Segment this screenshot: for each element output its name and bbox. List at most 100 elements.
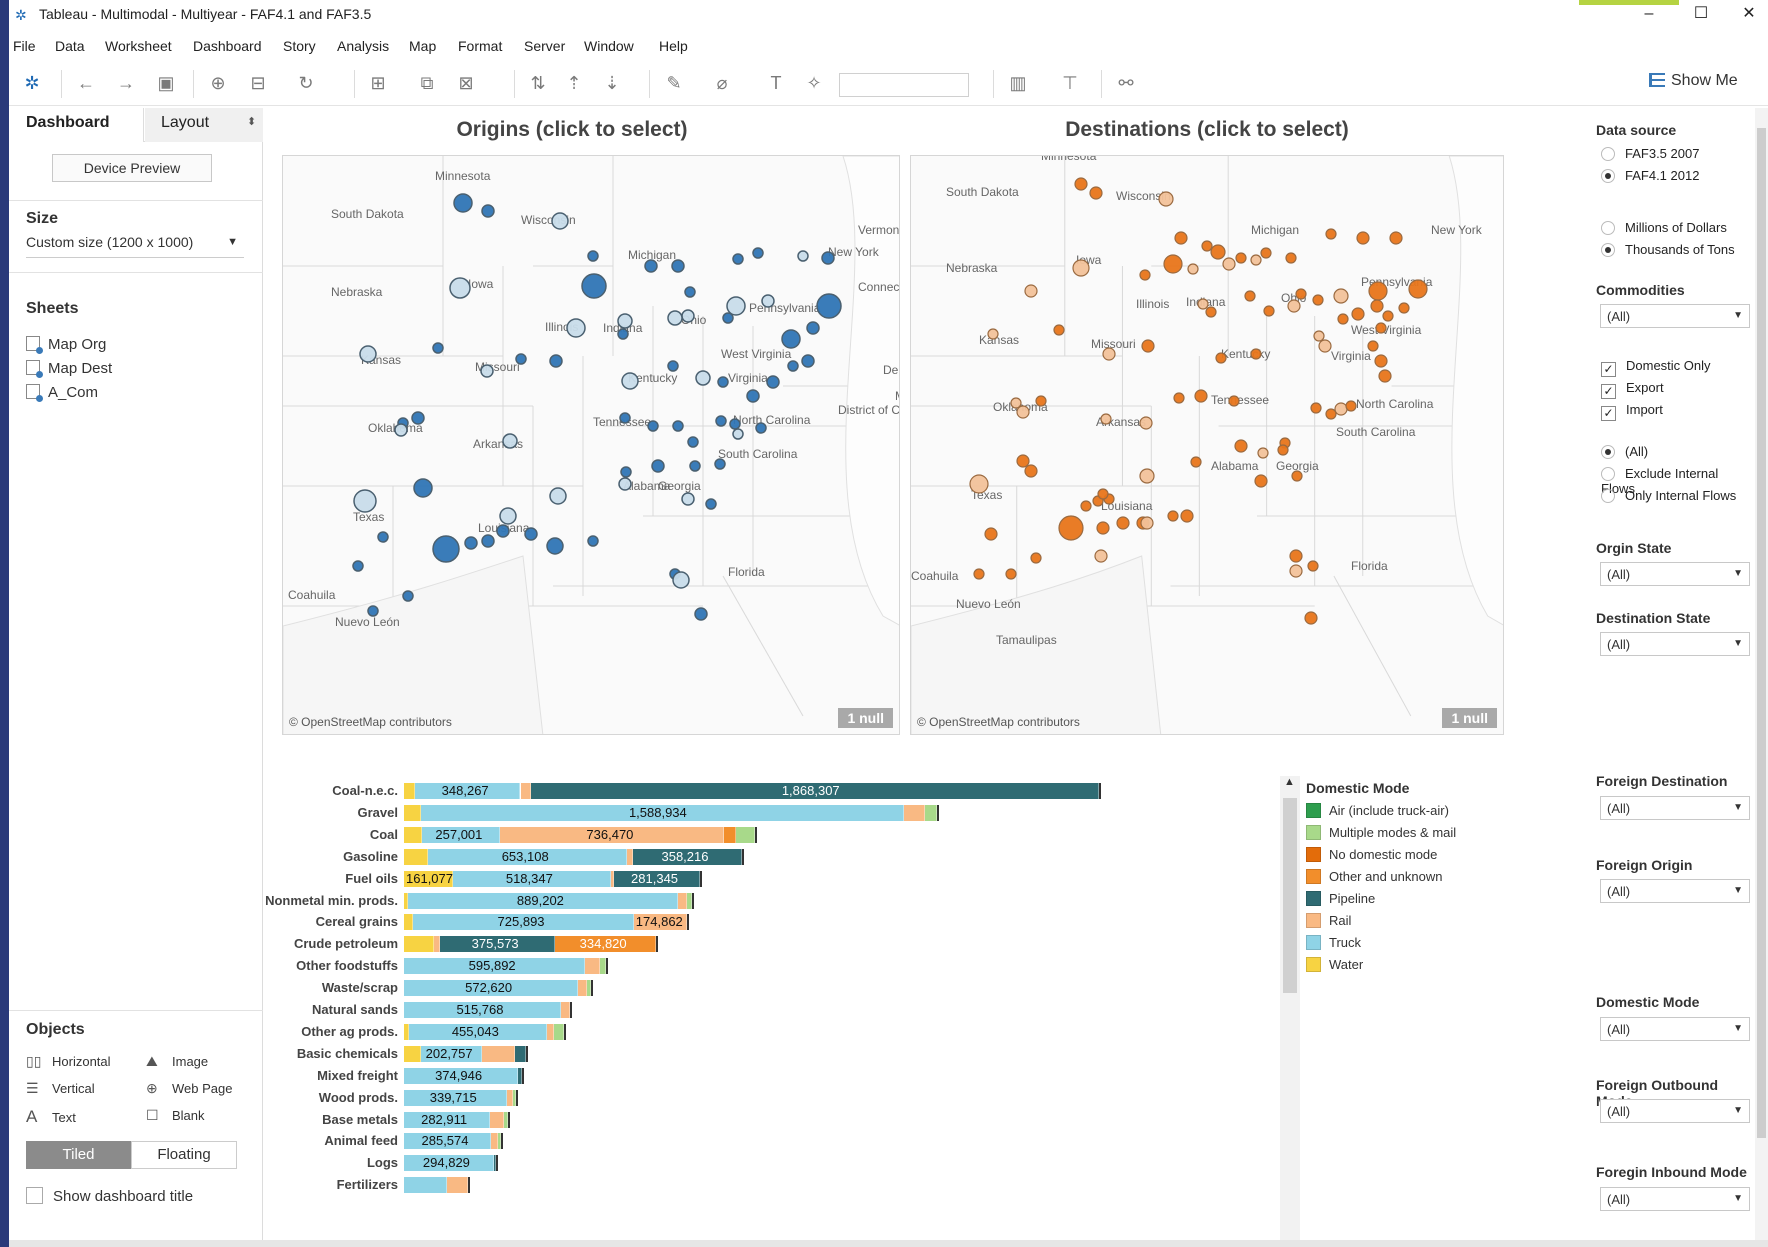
destination-location-circle[interactable] <box>1173 392 1185 404</box>
object-text[interactable]: A Text <box>26 1107 76 1127</box>
null-indicator[interactable]: 1 null <box>1442 708 1497 728</box>
origin-location-circle[interactable] <box>644 259 658 273</box>
destination-location-circle[interactable] <box>1304 611 1318 625</box>
menu-data[interactable]: Data <box>55 38 85 54</box>
destination-location-circle[interactable] <box>1141 339 1155 353</box>
origin-location-circle[interactable] <box>816 293 842 319</box>
bar-segment[interactable] <box>490 1133 499 1150</box>
origin-location-circle[interactable] <box>755 422 767 434</box>
destination-location-circle[interactable] <box>1005 568 1017 580</box>
destination-location-circle[interactable] <box>987 328 999 340</box>
origins-map[interactable]: Minnesota South Dakota Wisconsin Michigan Ne… <box>282 155 900 735</box>
destination-location-circle[interactable] <box>1222 257 1236 271</box>
destination-location-circle[interactable] <box>1375 322 1387 334</box>
destination-location-circle[interactable] <box>1197 298 1209 310</box>
origin-location-circle[interactable] <box>717 376 729 388</box>
foreign-destination-dropdown[interactable]: (All) ▼ <box>1600 796 1750 820</box>
destination-location-circle[interactable] <box>1072 259 1090 277</box>
origin-location-circle[interactable] <box>732 253 744 265</box>
radio-only-internal[interactable]: Only Internal Flows <box>1601 488 1736 503</box>
origin-location-circle[interactable] <box>689 460 701 472</box>
destination-location-circle[interactable] <box>1333 288 1349 304</box>
object-web-page[interactable]: ⊕ Web Page <box>146 1080 232 1097</box>
menu-story[interactable]: Story <box>283 38 316 54</box>
destination-location-circle[interactable] <box>1058 515 1084 541</box>
fit-dropdown[interactable] <box>839 73 969 97</box>
origin-location-circle[interactable] <box>729 418 741 430</box>
menu-help[interactable]: Help <box>659 38 688 54</box>
origin-location-circle[interactable] <box>687 436 699 448</box>
pause-updates-icon[interactable]: ⊟ <box>245 70 271 96</box>
destination-location-circle[interactable] <box>1334 402 1348 416</box>
origin-location-circle[interactable] <box>801 354 815 368</box>
destination-location-circle[interactable] <box>1295 288 1307 300</box>
destination-location-circle[interactable] <box>1024 284 1038 298</box>
destinations-map[interactable]: Minnesota South Dakota Wisconsin Michigan Ne… <box>910 155 1504 735</box>
origin-location-circle[interactable] <box>453 193 473 213</box>
bar-segment[interactable] <box>677 892 688 909</box>
domestic-mode-dropdown[interactable]: (All) ▼ <box>1600 1017 1750 1041</box>
destination-location-circle[interactable] <box>1289 549 1303 563</box>
destination-location-circle[interactable] <box>1289 564 1303 578</box>
origin-location-circle[interactable] <box>806 321 820 335</box>
origin-location-circle[interactable] <box>761 294 775 308</box>
bar-segment[interactable] <box>515 1045 526 1062</box>
destinations-map-canvas[interactable]: MinnesotaSouth Dakota WisconsinMichigan Ne… <box>911 156 1504 735</box>
origin-location-circle[interactable] <box>496 524 510 538</box>
legend-item[interactable]: Air (include truck-air) <box>1306 800 1546 822</box>
legend-item[interactable]: Rail <box>1306 910 1546 932</box>
menu-format[interactable]: Format <box>458 38 502 54</box>
destination-location-circle[interactable] <box>1257 447 1269 459</box>
bar-segment[interactable] <box>599 958 607 975</box>
destination-location-circle[interactable] <box>1016 454 1030 468</box>
bar-segment[interactable] <box>578 980 588 997</box>
destination-location-circle[interactable] <box>1210 244 1226 260</box>
bar-segment[interactable] <box>446 1177 468 1194</box>
origin-location-circle[interactable] <box>672 571 690 589</box>
bar-segment[interactable] <box>404 783 415 799</box>
bar-segment[interactable] <box>546 1023 555 1040</box>
tab-layout[interactable]: Layout ⬍ <box>145 108 263 142</box>
origin-location-circle[interactable] <box>667 360 679 372</box>
foreign-inbound-dropdown[interactable]: (All) ▼ <box>1600 1187 1750 1211</box>
bar-segment[interactable] <box>490 1111 504 1128</box>
commodity-bar-chart[interactable]: Coal-n.e.c. 348,267 1,868,307 Gravel 1,588,9… <box>264 776 1274 1247</box>
check-export[interactable]: ✓ Export <box>1601 380 1664 399</box>
destination-location-circle[interactable] <box>1378 369 1392 383</box>
destination-location-circle[interactable] <box>1382 310 1394 322</box>
origin-location-circle[interactable] <box>732 428 744 440</box>
show-cards-icon[interactable]: ▥ <box>1005 70 1031 96</box>
destination-location-circle[interactable] <box>1097 488 1109 500</box>
origin-location-circle[interactable] <box>549 354 563 368</box>
destination-location-circle[interactable] <box>1035 395 1047 407</box>
origin-location-circle[interactable] <box>587 535 599 547</box>
swap-rows-columns-icon[interactable]: ⇅ <box>525 70 551 96</box>
origins-map-canvas[interactable]: MinnesotaSouth Dakota WisconsinMichigan Ne… <box>283 156 900 735</box>
group-members-icon[interactable]: ⌀ <box>709 70 735 96</box>
origin-location-circle[interactable] <box>352 560 364 572</box>
radio-dot[interactable] <box>1601 243 1615 257</box>
menu-analysis[interactable]: Analysis <box>337 38 389 54</box>
destination-location-circle[interactable] <box>1030 552 1042 564</box>
show-mark-labels-icon[interactable]: T <box>763 70 789 96</box>
bar-segment[interactable] <box>560 1002 570 1018</box>
menu-server[interactable]: Server <box>524 38 565 54</box>
destination-location-circle[interactable] <box>1285 252 1297 264</box>
destination-location-circle[interactable] <box>1234 439 1248 453</box>
destination-location-circle[interactable] <box>1389 231 1403 245</box>
radio-flows-all[interactable]: (All) <box>1601 444 1648 459</box>
destination-location-circle[interactable] <box>1053 324 1065 336</box>
destination-location-circle[interactable] <box>1337 313 1349 325</box>
origin-location-circle[interactable] <box>619 412 631 424</box>
chevron-up-icon[interactable]: ▲ <box>1284 776 1295 788</box>
origin-location-circle[interactable] <box>413 478 433 498</box>
destination-location-circle[interactable] <box>1250 348 1262 360</box>
origin-location-circle[interactable] <box>651 459 665 473</box>
destination-location-circle[interactable] <box>1307 560 1319 572</box>
origin-location-circle[interactable] <box>667 310 683 326</box>
origin-location-circle[interactable] <box>647 420 659 432</box>
destination-location-circle[interactable] <box>1318 339 1332 353</box>
origin-location-circle[interactable] <box>566 318 586 338</box>
origin-location-circle[interactable] <box>587 250 599 262</box>
destination-location-circle[interactable] <box>1024 464 1038 478</box>
